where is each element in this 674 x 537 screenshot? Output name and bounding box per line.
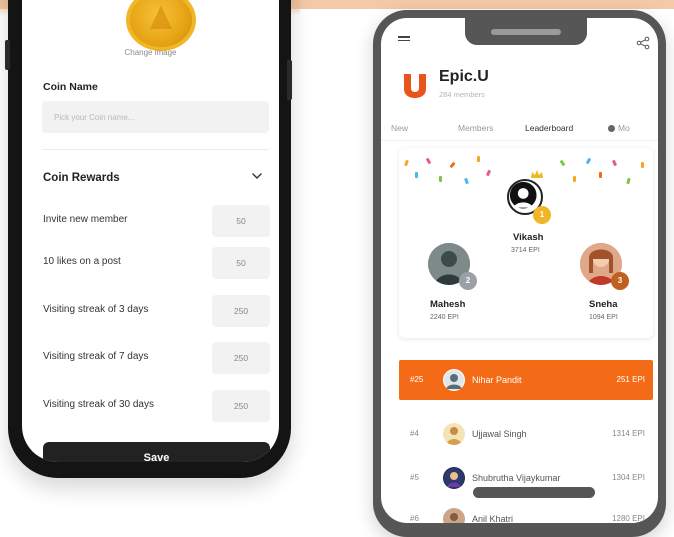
- tab-more-label: Mo: [618, 123, 630, 133]
- confetti: [464, 177, 469, 185]
- row-points: 251 EPI: [616, 375, 645, 384]
- confetti: [559, 159, 566, 167]
- avatar: [443, 369, 465, 391]
- confetti: [449, 161, 456, 169]
- phone-notch: [465, 18, 587, 45]
- reward-row-streak-7: Visiting streak of 7 days 250: [43, 342, 270, 374]
- row-name: Ujjawal Singh: [472, 429, 527, 439]
- confetti: [477, 156, 480, 162]
- row-name: Nihar Pandit: [472, 375, 522, 385]
- avatar: [443, 508, 465, 523]
- reward-value-input[interactable]: 250: [212, 342, 270, 374]
- members-count: 284 members: [439, 90, 485, 99]
- row-points: 1280 EPI: [612, 514, 645, 523]
- confetti: [599, 172, 602, 178]
- coin-rewards-title: Coin Rewards: [43, 172, 120, 184]
- change-image-link[interactable]: Change image: [22, 48, 279, 57]
- confetti: [573, 176, 576, 182]
- row-rank: #25: [410, 375, 424, 384]
- tab-new[interactable]: New: [391, 123, 408, 133]
- reward-row-invite: Invite new member 50: [43, 205, 270, 237]
- podium-name-3: Sneha: [589, 299, 618, 310]
- phone-volume-button: [5, 40, 10, 70]
- svg-text:U: U: [415, 83, 416, 85]
- table-row[interactable]: #4 Ujjawal Singh 1314 EPI: [399, 417, 653, 451]
- reward-value-input[interactable]: 50: [212, 205, 270, 237]
- podium-points-1: 3714 EPI: [511, 247, 540, 254]
- current-user-row[interactable]: #25 Nihar Pandit 251 EPI: [399, 360, 653, 400]
- phone-right: U Epic.U 284 members New Members Leaderb…: [373, 10, 666, 537]
- reward-label: Visiting streak of 7 days: [43, 351, 149, 362]
- podium-name-1: Vikash: [513, 232, 544, 243]
- coin-emblem-icon: [150, 5, 172, 29]
- reward-label: Visiting streak of 30 days: [43, 399, 154, 410]
- coin-settings-screen: Change image Coin Name Coin Rewards Invi…: [22, 0, 279, 462]
- table-row[interactable]: #6 Anil Khatri 1280 EPI: [399, 502, 653, 523]
- confetti: [626, 177, 631, 185]
- confetti: [585, 157, 592, 165]
- confetti: [425, 157, 432, 165]
- home-indicator[interactable]: [473, 487, 595, 498]
- podium-card: 1 Vikash 3714 EPI 2 Mahesh 2240 EPI 3 Sn…: [399, 148, 653, 338]
- tab-members[interactable]: Members: [458, 123, 493, 133]
- rank-badge-3: 3: [611, 272, 629, 290]
- reward-label: Visiting streak of 3 days: [43, 304, 149, 315]
- reward-label: Invite new member: [43, 214, 128, 225]
- crown-icon: [531, 170, 543, 178]
- podium-points-3: 1094 EPI: [589, 314, 618, 321]
- leaderboard-screen: U Epic.U 284 members New Members Leaderb…: [381, 18, 658, 523]
- community-name: Epic.U: [439, 68, 489, 85]
- share-icon[interactable]: [636, 36, 650, 50]
- reward-value-input[interactable]: 250: [212, 390, 270, 422]
- rank-badge-1: 1: [533, 206, 551, 224]
- confetti: [404, 159, 409, 167]
- row-rank: #5: [410, 473, 419, 482]
- podium-points-2: 2240 EPI: [430, 314, 459, 321]
- divider: [42, 149, 269, 150]
- tab-leaderboard[interactable]: Leaderboard: [525, 123, 573, 133]
- confetti: [415, 172, 418, 178]
- reward-row-likes: 10 likes on a post 50: [43, 247, 270, 279]
- menu-icon[interactable]: [398, 36, 410, 44]
- reward-value-input[interactable]: 50: [212, 247, 270, 279]
- tab-more[interactable]: Mo: [608, 123, 630, 133]
- row-rank: #6: [410, 514, 419, 523]
- row-name: Shubrutha Vijaykumar: [472, 473, 561, 483]
- globe-icon: [608, 125, 615, 132]
- save-button[interactable]: Save: [43, 442, 270, 462]
- avatar: [443, 423, 465, 445]
- podium-name-2: Mahesh: [430, 299, 466, 310]
- rank-badge-2: 2: [459, 272, 477, 290]
- coin-name-input[interactable]: [42, 101, 269, 133]
- speaker-grille: [491, 29, 561, 35]
- confetti: [641, 162, 644, 168]
- confetti: [439, 176, 442, 182]
- row-points: 1304 EPI: [612, 473, 645, 482]
- community-logo: U: [404, 74, 426, 98]
- coin-name-label: Coin Name: [43, 81, 98, 93]
- confetti: [485, 169, 492, 177]
- reward-label: 10 likes on a post: [43, 256, 121, 267]
- reward-row-streak-30: Visiting streak of 30 days 250: [43, 390, 270, 422]
- chevron-down-icon[interactable]: [250, 169, 264, 183]
- coin-image[interactable]: [126, 0, 196, 51]
- row-points: 1314 EPI: [612, 429, 645, 438]
- tab-bar: New Members Leaderboard Mo: [381, 119, 658, 141]
- confetti: [611, 159, 618, 167]
- reward-value-input[interactable]: 250: [212, 295, 270, 327]
- reward-row-streak-3: Visiting streak of 3 days 250: [43, 295, 270, 327]
- avatar: [443, 467, 465, 489]
- row-name: Anil Khatri: [472, 514, 514, 523]
- phone-left: Change image Coin Name Coin Rewards Invi…: [5, 0, 292, 478]
- phone-power-button: [287, 60, 292, 100]
- row-rank: #4: [410, 429, 419, 438]
